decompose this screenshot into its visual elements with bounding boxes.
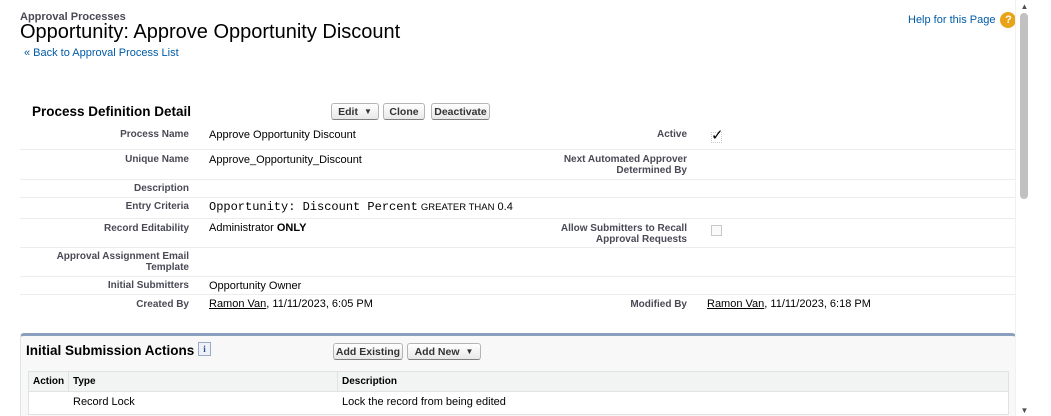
- help-link[interactable]: Help for this Page: [908, 14, 995, 26]
- record-editability-label: Record Editability: [103, 223, 189, 234]
- created-by-label: Created By: [136, 299, 189, 310]
- add-new-button-label: Add New: [414, 345, 460, 358]
- dropdown-arrow-icon: ▼: [465, 347, 474, 356]
- submission-actions-table: Action Type Description Record Lock Lock…: [28, 371, 1009, 415]
- active-label: Active: [656, 129, 687, 140]
- allow-recall-label: Allow Submitters to Recall Approval Requ…: [561, 223, 687, 245]
- back-link-label: Back to Approval Process List: [33, 47, 179, 59]
- created-by-user-link[interactable]: Ramon Van: [209, 298, 266, 310]
- next-approver-label: Next Automated Approver Determined By: [564, 154, 687, 176]
- page-title: Opportunity: Approve Opportunity Discoun…: [20, 21, 401, 43]
- initial-submitters-value: Opportunity Owner: [209, 280, 302, 292]
- allow-recall-label-line1: Allow Submitters to Recall: [560, 223, 687, 234]
- clone-button[interactable]: Clone: [383, 103, 425, 120]
- record-editability-value: Administrator ONLY: [209, 222, 306, 235]
- next-approver-label-line2: Determined By: [616, 165, 687, 176]
- entry-criteria-threshold: 0.4: [497, 201, 513, 213]
- deactivate-button[interactable]: Deactivate: [431, 103, 490, 120]
- edit-button-label: Edit: [338, 105, 358, 118]
- allow-recall-checkbox: [711, 225, 722, 236]
- entry-criteria-operator: GREATER THAN: [420, 202, 495, 213]
- modified-by-user-link[interactable]: Ramon Van: [707, 298, 764, 310]
- record-editability-suffix: ONLY: [276, 222, 307, 234]
- email-template-label: Approval Assignment Email Template: [57, 251, 189, 273]
- column-header-type: Type: [73, 376, 96, 387]
- column-header-description: Description: [342, 376, 398, 387]
- description-label: Description: [133, 183, 189, 194]
- modified-by-date: , 11/11/2023, 6:18 PM: [764, 298, 871, 310]
- double-chevron-left-icon: «: [24, 47, 31, 59]
- created-by-date: , 11/11/2023, 6:05 PM: [266, 298, 373, 310]
- edit-button[interactable]: Edit ▼: [331, 103, 379, 120]
- table-header: Action Type Description: [29, 372, 1008, 392]
- row-type-cell: Record Lock: [73, 396, 135, 408]
- column-divider: [337, 372, 338, 392]
- column-divider: [68, 372, 69, 392]
- section-title-initial-submission: Initial Submission Actions: [26, 343, 195, 358]
- process-name-label: Process Name: [120, 129, 189, 140]
- section-title-process-definition: Process Definition Detail: [32, 104, 192, 119]
- email-template-label-line1: Approval Assignment Email: [56, 251, 189, 262]
- back-to-list-link[interactable]: «Back to Approval Process List: [24, 47, 179, 59]
- checkmark-icon: ✓: [711, 127, 724, 144]
- add-new-button[interactable]: Add New ▼: [407, 343, 481, 360]
- unique-name-value: Approve_Opportunity_Discount: [209, 154, 362, 166]
- vertical-scrollbar[interactable]: ▲ ▼: [1015, 0, 1032, 416]
- info-icon[interactable]: i: [198, 342, 211, 356]
- scroll-down-icon[interactable]: ▼: [1016, 404, 1033, 416]
- allow-recall-label-line2: Approval Requests: [595, 234, 687, 245]
- process-name-value: Approve Opportunity Discount: [209, 129, 356, 141]
- entry-criteria-label: Entry Criteria: [125, 201, 189, 212]
- record-editability-text: Administrator: [209, 222, 274, 234]
- created-by-value: Ramon Van, 11/11/2023, 6:05 PM: [209, 298, 373, 311]
- entry-criteria-field: Opportunity: Discount Percent: [209, 200, 418, 214]
- help-area: Help for this Page ?: [908, 12, 1017, 28]
- email-template-label-line2: Template: [145, 262, 189, 273]
- dropdown-arrow-icon: ▼: [363, 107, 372, 116]
- modified-by-label: Modified By: [630, 299, 687, 310]
- entry-criteria-value: Opportunity: Discount Percent GREATER TH…: [209, 201, 513, 214]
- scroll-up-icon[interactable]: ▲: [1016, 0, 1033, 12]
- unique-name-label: Unique Name: [125, 154, 189, 165]
- modified-by-value: Ramon Van, 11/11/2023, 6:18 PM: [707, 298, 871, 311]
- table-row: Record Lock Lock the record from being e…: [29, 392, 1008, 414]
- initial-submitters-label: Initial Submitters: [107, 280, 189, 291]
- next-approver-label-line1: Next Automated Approver: [563, 154, 687, 165]
- scrollbar-thumb[interactable]: [1020, 13, 1028, 199]
- row-description-cell: Lock the record from being edited: [342, 396, 506, 408]
- column-header-action: Action: [33, 376, 65, 387]
- add-existing-button[interactable]: Add Existing: [333, 343, 403, 360]
